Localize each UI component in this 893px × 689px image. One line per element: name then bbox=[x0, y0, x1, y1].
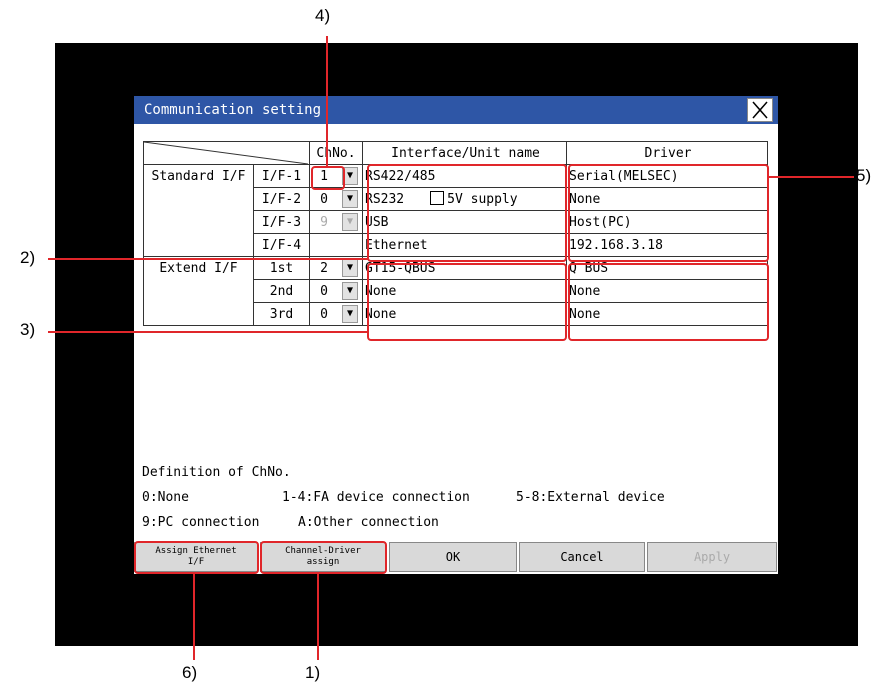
dropdown-arrow-icon: ▼ bbox=[342, 213, 358, 231]
ch-select[interactable]: 0 ▼ bbox=[309, 302, 363, 326]
callout-2: 2) bbox=[20, 248, 36, 267]
callout-1: 1) bbox=[305, 663, 321, 682]
definition-5-8: 5-8:External device bbox=[516, 490, 665, 505]
highlight-standard-driver bbox=[568, 164, 769, 262]
leader-line-4 bbox=[326, 36, 328, 167]
ch-select: 9 ▼ bbox=[309, 210, 363, 234]
dropdown-arrow-icon[interactable]: ▼ bbox=[342, 305, 358, 323]
highlight-standard-interface bbox=[367, 164, 567, 262]
apply-button: Apply bbox=[647, 542, 777, 572]
ch-value: 2 bbox=[320, 260, 328, 276]
ch-value: 0 bbox=[320, 306, 328, 322]
cancel-button[interactable]: Cancel bbox=[519, 542, 645, 572]
table-header-row: ChNo. Interface/Unit name Driver bbox=[143, 141, 768, 165]
slot-label: I/F-4 bbox=[253, 233, 310, 257]
slot-label: I/F-1 bbox=[253, 164, 310, 188]
diagonal-divider bbox=[144, 142, 308, 164]
definitions-title: Definition of ChNo. bbox=[142, 465, 291, 480]
highlight-channel-driver bbox=[260, 541, 387, 574]
group-extend: Extend I/F bbox=[143, 256, 254, 326]
header-corner bbox=[143, 141, 310, 165]
ch-select[interactable]: 0 ▼ bbox=[309, 187, 363, 211]
slot-label: 3rd bbox=[253, 302, 310, 326]
ch-value: 0 bbox=[320, 283, 328, 299]
highlight-extend-interface bbox=[367, 263, 567, 341]
dropdown-arrow-icon[interactable]: ▼ bbox=[342, 282, 358, 300]
ch-value: 0 bbox=[320, 191, 328, 207]
callout-5: 5) bbox=[856, 166, 872, 185]
close-icon bbox=[752, 101, 768, 119]
callout-6: 6) bbox=[182, 663, 198, 682]
dropdown-arrow-icon[interactable]: ▼ bbox=[342, 259, 358, 277]
callout-3: 3) bbox=[20, 320, 36, 339]
dialog-title: Communication setting bbox=[144, 102, 322, 118]
leader-line-2 bbox=[48, 258, 368, 260]
ch-select[interactable]: 0 ▼ bbox=[309, 279, 363, 303]
slot-label: I/F-3 bbox=[253, 210, 310, 234]
ok-button[interactable]: OK bbox=[389, 542, 517, 572]
leader-line-5 bbox=[769, 176, 854, 178]
definition-a: A:Other connection bbox=[298, 515, 439, 530]
header-chno: ChNo. bbox=[309, 141, 363, 165]
highlight-assign-ethernet bbox=[134, 541, 259, 574]
highlight-extend-driver bbox=[568, 263, 769, 341]
group-standard: Standard I/F bbox=[143, 164, 254, 257]
dialog-titlebar: Communication setting bbox=[134, 96, 778, 124]
close-button[interactable] bbox=[747, 98, 773, 122]
definition-9: 9:PC connection bbox=[142, 515, 260, 530]
highlight-chno bbox=[311, 166, 345, 190]
definition-1-4: 1-4:FA device connection bbox=[282, 490, 470, 505]
leader-line-1 bbox=[317, 574, 319, 660]
leader-line-6 bbox=[193, 574, 195, 660]
header-interface: Interface/Unit name bbox=[362, 141, 567, 165]
callout-4: 4) bbox=[315, 6, 331, 25]
slot-label: I/F-2 bbox=[253, 187, 310, 211]
ch-empty bbox=[309, 233, 363, 257]
leader-line-3 bbox=[48, 331, 368, 333]
slot-label: 2nd bbox=[253, 279, 310, 303]
ch-value: 9 bbox=[320, 214, 328, 230]
header-driver: Driver bbox=[566, 141, 768, 165]
dropdown-arrow-icon[interactable]: ▼ bbox=[342, 190, 358, 208]
definition-0: 0:None bbox=[142, 490, 189, 505]
